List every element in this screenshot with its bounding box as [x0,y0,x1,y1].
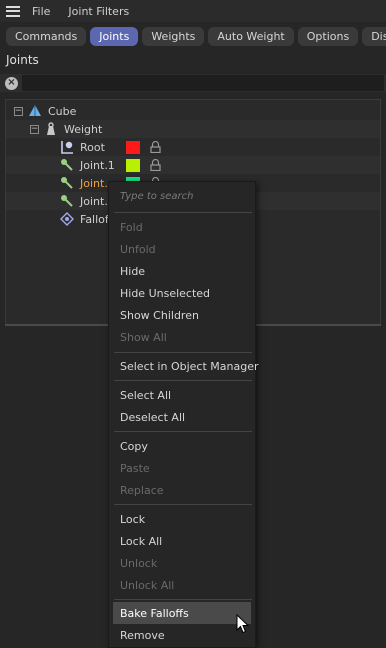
menu-item-replace: Replace [120,484,164,497]
context-search-input[interactable]: Type to search [120,191,194,202]
menu-item-select-in-object-manager[interactable]: Select in Object Manager [120,360,259,373]
menu-item-paste: Paste [120,462,150,475]
tree-row[interactable]: − Cube [6,102,380,120]
menu-item-show-all: Show All [120,331,167,344]
lock-icon[interactable] [150,140,161,154]
menu-separator [114,599,252,600]
tab-weights[interactable]: Weights [142,26,205,46]
menu-item-unlock-all: Unlock All [120,579,175,592]
tab-commands[interactable]: Commands [6,26,87,46]
tree-label: Fallof [80,212,109,226]
menu-joint-filters[interactable]: Joint Filters [68,5,129,18]
tree-label: Joint.1 [80,158,115,172]
menu-item-lock-all[interactable]: Lock All [120,535,162,548]
collapse-icon[interactable]: − [30,124,39,134]
menu-separator [114,504,252,505]
collapse-icon[interactable]: − [14,106,23,116]
tree-row[interactable]: Root [6,138,380,156]
tab-joints[interactable]: Joints [90,26,139,46]
color-swatch[interactable] [126,158,140,172]
tree-row[interactable]: − Weight [6,120,380,138]
search-row: × [0,74,386,92]
tree-label: Joint. [80,176,108,190]
menu-separator [114,431,252,432]
menu-item-deselect-all[interactable]: Deselect All [120,411,185,424]
lock-icon[interactable] [150,158,161,172]
menu-item-select-all[interactable]: Select All [120,389,171,402]
root-joint-icon [60,140,74,154]
tree-row[interactable]: Joint.1 [6,156,380,174]
joint-icon [60,158,74,172]
menu-item-unfold: Unfold [120,243,156,256]
tree-label: Root [80,140,105,154]
menu-item-hide[interactable]: Hide [120,265,145,278]
tree-label: Weight [64,122,103,136]
tab-auto-weight[interactable]: Auto Weight [208,26,294,46]
tree-label: Joint. [80,194,108,208]
menu-item-bake-falloffs[interactable]: Bake Falloffs [120,607,189,620]
mouse-cursor-icon [236,613,250,637]
weight-tag-icon [44,122,58,136]
menu-item-show-children[interactable]: Show Children [120,309,199,322]
menu-separator [114,212,252,213]
menu-item-unlock: Unlock [120,557,158,570]
falloff-icon [60,212,74,226]
menu-item-fold: Fold [120,221,143,234]
menu-item-copy[interactable]: Copy [120,440,148,453]
color-swatch[interactable] [126,140,140,154]
search-input[interactable] [22,75,384,91]
menu-item-hide-unselected[interactable]: Hide Unselected [120,287,210,300]
tree-label: Cube [48,104,77,118]
menu-separator [114,380,252,381]
polygon-object-icon [28,104,42,118]
menu-separator [114,352,252,353]
tab-display[interactable]: Display [362,26,386,46]
menu-bar: File Joint Filters [0,0,386,22]
clear-search-icon[interactable]: × [5,76,18,90]
menu-item-lock[interactable]: Lock [120,513,145,526]
context-menu: Type to search Fold Unfold Hide Hide Uns… [108,181,259,648]
tab-options[interactable]: Options [297,26,359,46]
menu-item-remove[interactable]: Remove [120,629,165,642]
panel-title: Joints [6,53,39,67]
hamburger-menu-icon[interactable] [6,5,20,17]
menu-file[interactable]: File [32,5,50,18]
joint-icon [60,176,74,190]
joint-icon [60,194,74,208]
tab-bar: Commands Joints Weights Auto Weight Opti… [0,24,386,48]
